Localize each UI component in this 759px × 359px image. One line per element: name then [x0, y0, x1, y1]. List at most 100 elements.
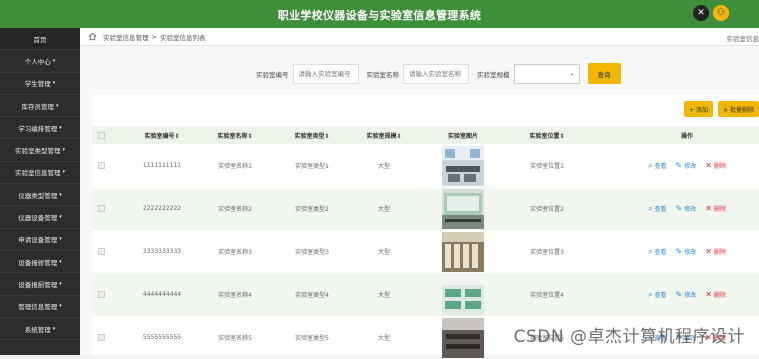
header-ops: 操作 — [632, 126, 742, 144]
view-button[interactable]: ⌕查看 — [648, 204, 667, 214]
sidebar-item-lab-types[interactable]: 实验室类型管理▾ — [0, 139, 80, 161]
cell-lab-image — [434, 144, 492, 187]
cell-lab-name: 实验室名称2 — [200, 187, 270, 230]
sidebar-item-equipment-requests[interactable]: 申请设备管理▾ — [0, 229, 80, 251]
sidebar-item-lab-info[interactable]: 实验室信息管理▾ — [0, 162, 80, 184]
select-all-cell — [94, 126, 108, 144]
row-checkbox[interactable] — [98, 162, 105, 169]
table-row: 2222222222 实验室名称2 实验室类型2 大型 实验室位置2 ⌕查看 ✎… — [92, 187, 759, 230]
x-icon: ✕ — [705, 247, 712, 256]
search-bar: 实验室编号 实验室名称 实验室规模 ⌄ 查询 — [256, 63, 621, 84]
breadcrumb-right-label: 实验室信息 — [727, 33, 759, 43]
query-button[interactable]: 查询 — [588, 63, 621, 84]
edit-button[interactable]: ✎修改 — [676, 161, 697, 170]
pencil-icon: ✎ — [676, 247, 683, 256]
home-icon[interactable] — [88, 32, 97, 41]
cell-lab-type: 实验室类型3 — [277, 230, 347, 273]
cell-lab-location: 实验室位置4 — [512, 273, 582, 316]
sidebar-item-stock-keepers[interactable]: 库存员管理▾ — [0, 95, 80, 117]
search-icon: ⌕ — [648, 204, 652, 214]
cell-lab-image — [434, 187, 492, 230]
view-button[interactable]: ⌕查看 — [648, 290, 667, 300]
select-all-checkbox[interactable] — [98, 132, 105, 139]
cell-ops: ⌕查看 ✎修改 ✕删除 — [632, 273, 742, 316]
cell-lab-location: 实验室位置2 — [512, 187, 582, 230]
lab-size-select[interactable]: ⌄ — [514, 64, 580, 84]
close-icon[interactable]: ✕ — [693, 5, 709, 21]
cell-lab-location: 实验室位置1 — [512, 144, 582, 187]
lab-name-input[interactable] — [403, 64, 469, 84]
delete-button[interactable]: ✕删除 — [705, 204, 726, 213]
sidebar: 首页 个人中心▾ 学生管理▾ 库存员管理▾ 学习编排管理▾ 实验室类型管理▾ 实… — [0, 28, 80, 355]
sidebar-item-schedule[interactable]: 学习编排管理▾ — [0, 117, 80, 139]
cell-lab-size: 大型 — [354, 230, 414, 273]
row-checkbox-cell — [94, 187, 108, 230]
view-button[interactable]: ⌕查看 — [648, 247, 667, 257]
table-row: 3333333333 实验室名称3 实验室类型3 大型 实验室位置3 ⌕查看 ✎… — [92, 230, 759, 273]
search-icon: ⌕ — [648, 290, 652, 300]
view-button[interactable]: ⌕查看 — [648, 161, 667, 171]
sidebar-item-profile[interactable]: 个人中心▾ — [0, 50, 80, 72]
header-icons: ✕ ⚇ — [693, 5, 729, 21]
sidebar-item-instrument-types[interactable]: 仪器类型管理▾ — [0, 184, 80, 206]
breadcrumb-separator: > — [152, 33, 157, 41]
delete-button[interactable]: ✕删除 — [705, 247, 726, 256]
lab-no-input[interactable] — [293, 64, 359, 84]
breadcrumb-level1[interactable]: 实验室信息管理 — [103, 32, 149, 42]
add-button[interactable]: + 添加 — [684, 101, 713, 117]
main-content: 实验室编号 实验室名称 实验室规模 ⌄ 查询 + 添加 ✕ 批量删除 实验室编号… — [80, 46, 759, 355]
table-row: 4444444444 实验室名称4 实验室类型4 大型 实验室位置4 ⌕查看 ✎… — [92, 273, 759, 316]
row-checkbox[interactable] — [98, 205, 105, 212]
sidebar-item-damage[interactable]: 设备报损管理▾ — [0, 273, 80, 295]
lab-photo — [442, 232, 484, 272]
edit-button[interactable]: ✎修改 — [676, 290, 697, 299]
row-checkbox[interactable] — [98, 291, 105, 298]
x-icon: ✕ — [705, 204, 712, 213]
app-title: 职业学校仪器设备与实验室信息管理系统 — [0, 7, 759, 23]
cell-lab-location: 实验室位置3 — [512, 230, 582, 273]
edit-button[interactable]: ✎修改 — [676, 247, 697, 256]
table-panel: + 添加 ✕ 批量删除 实验室编号⇕ 实验室名称⇕ 实验室类型⇕ 实验室规模⇕ … — [92, 95, 759, 355]
top-header: 职业学校仪器设备与实验室信息管理系统 ✕ ⚇ — [0, 0, 759, 28]
lab-name-label: 实验室名称 — [367, 69, 400, 79]
watermark: CSDN @卓杰计算机程序设计 — [514, 322, 745, 347]
delete-button[interactable]: ✕删除 — [705, 290, 726, 299]
lab-photo — [442, 275, 484, 315]
cell-lab-image — [434, 316, 492, 359]
sidebar-item-repairs[interactable]: 设备报修管理▾ — [0, 251, 80, 273]
header-lab-name[interactable]: 实验室名称⇕ — [200, 126, 270, 144]
lab-photo — [442, 189, 484, 229]
batch-delete-button[interactable]: ✕ 批量删除 — [718, 101, 759, 117]
header-lab-no[interactable]: 实验室编号⇕ — [127, 126, 197, 144]
sidebar-item-admin-info[interactable]: 管理信息管理▾ — [0, 296, 80, 318]
header-lab-size[interactable]: 实验室规模⇕ — [354, 126, 414, 144]
header-lab-location[interactable]: 实验室位置⇕ — [512, 126, 582, 144]
sidebar-item-equipment[interactable]: 仪器设备管理▾ — [0, 206, 80, 228]
row-checkbox[interactable] — [98, 334, 105, 341]
row-checkbox-cell — [94, 273, 108, 316]
sidebar-item-students[interactable]: 学生管理▾ — [0, 73, 80, 95]
cell-lab-name: 实验室名称3 — [200, 230, 270, 273]
row-checkbox[interactable] — [98, 248, 105, 255]
sidebar-item-system[interactable]: 系统管理▾ — [0, 318, 80, 340]
cell-lab-type: 实验室类型2 — [277, 187, 347, 230]
lab-size-label: 实验室规模 — [477, 69, 510, 79]
x-icon: ✕ — [705, 161, 712, 170]
pencil-icon: ✎ — [676, 161, 683, 170]
sidebar-item-home[interactable]: 首页 — [0, 28, 80, 50]
delete-button[interactable]: ✕删除 — [705, 161, 726, 170]
breadcrumb-level2: 实验室信息列表 — [160, 32, 206, 42]
cell-ops: ⌕查看 ✎修改 ✕删除 — [632, 144, 742, 187]
cell-lab-name: 实验室名称4 — [200, 273, 270, 316]
row-checkbox-cell — [94, 316, 108, 359]
cell-lab-size: 大型 — [354, 187, 414, 230]
edit-button[interactable]: ✎修改 — [676, 204, 697, 213]
header-lab-type[interactable]: 实验室类型⇕ — [277, 126, 347, 144]
row-checkbox-cell — [94, 144, 108, 187]
cell-lab-no: 4444444444 — [127, 273, 197, 316]
cell-lab-image — [434, 230, 492, 273]
user-icon[interactable]: ⚇ — [713, 5, 729, 21]
cell-lab-name: 实验室名称5 — [200, 316, 270, 359]
breadcrumb: 实验室信息管理 > 实验室信息列表 实验室信息 — [80, 28, 759, 46]
cell-lab-image — [434, 273, 492, 316]
